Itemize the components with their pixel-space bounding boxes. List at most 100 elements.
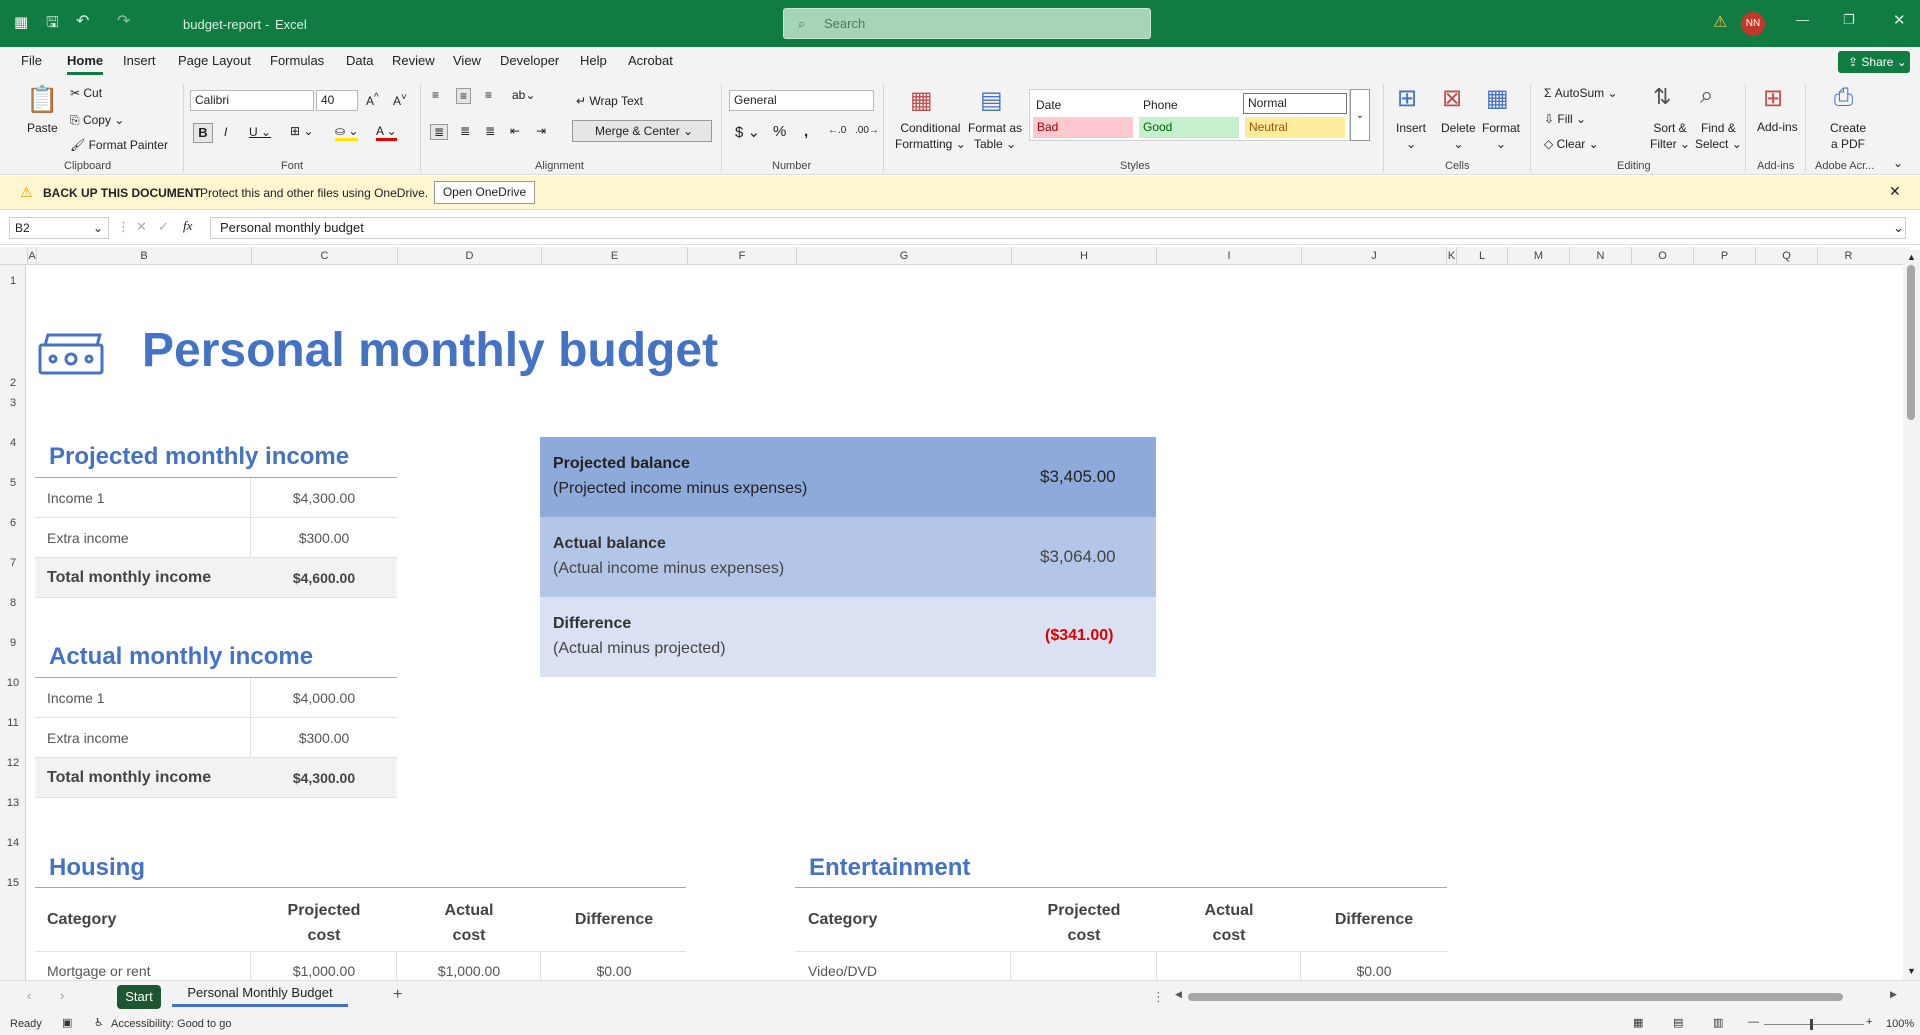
housing-col-difference[interactable]: Difference (541, 911, 687, 929)
accessibility-status[interactable]: Accessibility: Good to go (111, 1018, 231, 1030)
column-header-d[interactable]: D (397, 247, 541, 265)
shrink-font-button[interactable]: A˅ (393, 92, 407, 108)
font-color-button[interactable]: A ⌄ (376, 124, 397, 141)
column-header-k[interactable]: K (1446, 247, 1456, 265)
sort-filter-icon[interactable]: ⇅ (1653, 84, 1671, 110)
scroll-left-icon[interactable]: ◀ (1175, 989, 1182, 1000)
column-header-q[interactable]: Q (1755, 247, 1817, 265)
act-income-1-label[interactable]: Income 1 (47, 690, 105, 706)
housing-col-projected[interactable]: Projected cost (251, 898, 397, 948)
column-header-e[interactable]: E (541, 247, 687, 265)
housing-col-actual[interactable]: Actual cost (397, 898, 541, 948)
page-title[interactable]: Personal monthly budget (142, 323, 718, 378)
proj-extra-income-value[interactable]: $300.00 (251, 530, 397, 546)
menu-home[interactable]: Home (67, 53, 103, 68)
act-total-label[interactable]: Total monthly income (47, 769, 211, 787)
percent-button[interactable]: % (773, 123, 786, 140)
next-sheet-icon[interactable]: › (60, 988, 64, 1003)
wrap-text-button[interactable]: ↵ Wrap Text (576, 94, 643, 108)
row-header-11[interactable]: 11 (0, 717, 26, 729)
column-header-o[interactable]: O (1631, 247, 1693, 265)
minimize-icon[interactable]: — (1796, 12, 1809, 27)
sort-filter-button[interactable]: Sort & Filter ⌄ (1650, 120, 1690, 152)
save-icon[interactable]: 🖫 (46, 12, 59, 37)
undo-icon[interactable]: ↶ (76, 11, 89, 31)
menu-acrobat[interactable]: Acrobat (628, 53, 673, 68)
column-header-m[interactable]: M (1507, 247, 1569, 265)
tab-start[interactable]: Start (117, 985, 161, 1009)
share-button[interactable]: ⇪ Share ⌄ (1838, 51, 1910, 73)
align-right-icon[interactable]: ≣ (485, 124, 495, 138)
menu-developer[interactable]: Developer (500, 53, 559, 68)
decrease-decimal-button[interactable]: .00→ (855, 125, 879, 136)
tab-personal-monthly-budget[interactable]: Personal Monthly Budget (172, 983, 348, 1007)
row-header-4[interactable]: 4 (0, 437, 26, 449)
autosum-button[interactable]: Σ AutoSum ⌄ (1544, 86, 1618, 100)
clear-button[interactable]: ◇ Clear ⌄ (1544, 137, 1599, 151)
close-notification-icon[interactable]: ✕ (1889, 183, 1901, 200)
scroll-right-icon[interactable]: ▶ (1890, 989, 1897, 1000)
row-header-10[interactable]: 10 (0, 677, 26, 689)
row-header-12[interactable]: 12 (0, 757, 26, 769)
italic-button[interactable]: I (224, 125, 227, 139)
warning-icon[interactable]: ⚠ (1713, 12, 1727, 32)
cancel-icon[interactable]: ✕ (136, 219, 147, 235)
cut-button[interactable]: ✂ Cut (70, 86, 102, 100)
ent-col-projected[interactable]: Projected cost (1011, 898, 1157, 948)
column-header-b[interactable]: B (36, 247, 251, 265)
row-header-14[interactable]: 14 (0, 837, 26, 849)
restore-icon[interactable]: ❐ (1843, 12, 1855, 28)
redo-icon[interactable]: ↷ (117, 11, 130, 31)
proj-income-1-value[interactable]: $4,300.00 (251, 490, 397, 506)
actual-balance-block[interactable]: Actual balance (Actual income minus expe… (540, 517, 1156, 597)
align-middle-icon[interactable]: ≡ (456, 88, 472, 104)
row-header-5[interactable]: 5 (0, 477, 26, 489)
font-size-select[interactable]: 40 (316, 90, 358, 111)
underline-button[interactable]: U ⌄ (249, 125, 271, 139)
create-pdf-icon[interactable]: ⎙ (1834, 84, 1853, 112)
style-phone[interactable]: Phone (1143, 98, 1178, 112)
name-box[interactable]: B2 ⌄ (9, 217, 109, 239)
menu-data[interactable]: Data (346, 53, 373, 68)
orientation-icon[interactable]: ab⌄ (512, 88, 535, 102)
fill-button[interactable]: ⇩ Fill ⌄ (1544, 112, 1586, 126)
borders-button[interactable]: ⊞ ⌄ (290, 124, 313, 138)
delete-cells-button[interactable]: Delete ⌄ (1441, 120, 1476, 152)
housing-col-category[interactable]: Category (47, 911, 116, 929)
align-bottom-icon[interactable]: ≡ (485, 88, 492, 102)
collapse-ribbon-icon[interactable]: ⌄ (1893, 156, 1903, 170)
projected-income-heading[interactable]: Projected monthly income (49, 443, 349, 471)
proj-total-label[interactable]: Total monthly income (47, 569, 211, 587)
align-left-icon[interactable]: ≣ (430, 124, 449, 140)
act-total-value[interactable]: $4,300.00 (251, 770, 397, 786)
enter-icon[interactable]: ✓ (158, 219, 169, 235)
row-header-7[interactable]: 7 (0, 557, 26, 569)
ent-row-category[interactable]: Video/DVD (808, 963, 877, 979)
vertical-scroll-thumb[interactable] (1907, 265, 1915, 420)
row-header-6[interactable]: 6 (0, 517, 26, 529)
avatar[interactable]: NN (1741, 12, 1765, 36)
row-header-9[interactable]: 9 (0, 637, 26, 649)
ent-col-difference[interactable]: Difference (1301, 911, 1447, 929)
prev-sheet-icon[interactable]: ‹ (27, 988, 31, 1003)
column-header-a[interactable]: A (27, 247, 36, 265)
style-bad[interactable]: Bad (1033, 117, 1133, 138)
grow-font-button[interactable]: A^ (366, 92, 379, 108)
insert-cells-icon[interactable]: ⊞ (1397, 84, 1417, 113)
delete-cells-icon[interactable]: ⊠ (1442, 84, 1462, 113)
ent-col-actual[interactable]: Actual cost (1157, 898, 1301, 948)
page-layout-view-icon[interactable]: ▤ (1673, 1016, 1683, 1029)
menu-insert[interactable]: Insert (123, 53, 156, 68)
style-date[interactable]: Date (1036, 98, 1061, 112)
horizontal-scroll-thumb[interactable] (1188, 993, 1843, 1001)
housing-row-difference[interactable]: $0.00 (541, 963, 687, 979)
format-painter-button[interactable]: 🖌 Format Painter (70, 138, 168, 152)
create-pdf-button[interactable]: Create a PDF (1830, 120, 1866, 152)
ent-row-difference[interactable]: $0.00 (1301, 963, 1447, 979)
addins-icon[interactable]: ⊞ (1763, 84, 1783, 113)
fill-color-button[interactable]: ⛀ ⌄ (335, 124, 359, 141)
format-as-table-icon[interactable]: ▤ (980, 86, 1003, 115)
zoom-level[interactable]: 100% (1886, 1018, 1914, 1030)
normal-view-icon[interactable]: ▦ (1633, 1016, 1643, 1029)
column-header-g[interactable]: G (796, 247, 1011, 265)
